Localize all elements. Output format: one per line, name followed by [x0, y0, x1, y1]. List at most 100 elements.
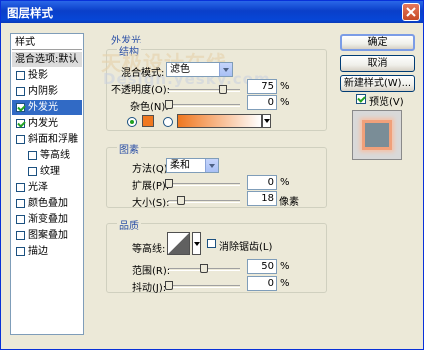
style-item-contour[interactable]: 等高线 [12, 148, 82, 163]
style-item-label: 等高线 [40, 150, 70, 161]
technique-select[interactable]: 柔和 [166, 158, 219, 173]
preview-label[interactable]: 预览(V) [369, 93, 404, 108]
anti-alias-label[interactable]: 消除锯齿(L) [219, 238, 272, 253]
jitter-input[interactable]: 0 [247, 276, 277, 291]
style-list-header-label: 样式 [15, 37, 35, 48]
drop-shadow-checkbox[interactable] [16, 71, 25, 80]
opacity-input[interactable]: 75 [247, 79, 277, 94]
jitter-unit: % [280, 278, 290, 289]
chevron-down-icon[interactable] [205, 159, 218, 172]
inner-shadow-checkbox[interactable] [16, 87, 25, 96]
style-list: 样式 混合选项:默认 投影 内阴影 外发光 内发光 斜面和浮雕 等高线 纹理 光… [10, 33, 84, 335]
style-item-label: 内发光 [28, 118, 58, 129]
window-title: 图层样式 [7, 6, 53, 20]
spread-input[interactable]: 0 [247, 175, 277, 190]
style-preview [352, 110, 402, 160]
style-item-label: 图案叠加 [28, 230, 68, 241]
style-item-drop-shadow[interactable]: 投影 [12, 68, 82, 83]
style-item-color-overlay[interactable]: 颜色叠加 [12, 196, 82, 211]
style-item-pattern-overlay[interactable]: 图案叠加 [12, 228, 82, 243]
style-item-label: 颜色叠加 [28, 198, 68, 209]
elements-group-title: 图素 [117, 141, 141, 156]
ok-button[interactable]: 确定 [340, 34, 415, 51]
chevron-down-icon [194, 242, 200, 246]
glow-gradient-picker[interactable] [177, 114, 262, 128]
new-style-button[interactable]: 新建样式(W)... [340, 75, 415, 92]
contour-picker[interactable] [167, 232, 190, 255]
gradient-overlay-checkbox[interactable] [16, 215, 25, 224]
spread-slider-track[interactable] [168, 183, 240, 186]
outer-glow-checkbox[interactable] [16, 103, 25, 112]
anti-alias-checkbox[interactable] [207, 239, 216, 248]
jitter-slider-thumb[interactable] [165, 281, 173, 290]
pattern-overlay-checkbox[interactable] [16, 231, 25, 240]
range-slider-thumb[interactable] [200, 264, 208, 273]
blend-options-item[interactable]: 混合选项:默认 [12, 52, 82, 67]
noise-unit: % [280, 97, 290, 108]
layer-style-dialog: 图层样式 样式 混合选项:默认 投影 内阴影 外发光 内发光 斜面和浮雕 等高线… [0, 0, 424, 350]
style-item-label: 纹理 [40, 166, 60, 177]
style-item-gradient-overlay[interactable]: 渐变叠加 [12, 212, 82, 227]
noise-input[interactable]: 0 [247, 95, 277, 110]
style-list-header[interactable]: 样式 [12, 35, 82, 50]
close-button[interactable] [402, 3, 420, 21]
blend-mode-label: 混合模式: [121, 68, 165, 79]
style-item-label: 投影 [28, 70, 48, 81]
noise-slider-thumb[interactable] [165, 100, 173, 109]
chevron-down-icon [264, 119, 270, 123]
technique-value: 柔和 [170, 160, 190, 171]
style-item-bevel-emboss[interactable]: 斜面和浮雕 [12, 132, 82, 147]
title-bar[interactable]: 图层样式 [1, 1, 423, 23]
size-slider-thumb[interactable] [177, 196, 185, 205]
cancel-button[interactable]: 取消 [340, 55, 415, 72]
spread-label: 扩展(P): [132, 181, 170, 192]
style-item-label: 内阴影 [28, 86, 58, 97]
noise-slider-track[interactable] [168, 104, 240, 107]
blend-options-label: 混合选项:默认 [15, 54, 79, 65]
range-input[interactable]: 50 [247, 259, 277, 274]
chevron-down-icon[interactable] [219, 63, 232, 76]
close-icon [406, 7, 416, 17]
texture-checkbox[interactable] [28, 167, 37, 176]
stroke-checkbox[interactable] [16, 247, 25, 256]
size-input[interactable]: 18 [247, 191, 277, 206]
style-item-label: 渐变叠加 [28, 214, 68, 225]
style-item-satin[interactable]: 光泽 [12, 180, 82, 195]
range-label: 范围(R): [132, 266, 171, 277]
jitter-slider-track[interactable] [168, 285, 240, 288]
quality-group-title: 品质 [117, 217, 141, 232]
spread-slider-thumb[interactable] [165, 179, 173, 188]
style-item-inner-shadow[interactable]: 内阴影 [12, 84, 82, 99]
opacity-label: 不透明度(O): [111, 85, 171, 96]
inner-glow-checkbox[interactable] [16, 119, 25, 128]
color-overlay-checkbox[interactable] [16, 199, 25, 208]
bevel-emboss-checkbox[interactable] [16, 135, 25, 144]
style-item-texture[interactable]: 纹理 [12, 164, 82, 179]
opacity-unit: % [280, 81, 290, 92]
style-item-label: 斜面和浮雕 [28, 134, 78, 145]
blend-mode-select[interactable]: 滤色 [166, 62, 233, 77]
size-unit: 像素 [279, 197, 299, 208]
style-item-stroke[interactable]: 描边 [12, 244, 82, 259]
style-item-label: 描边 [28, 246, 48, 257]
solid-color-radio[interactable] [127, 117, 137, 127]
noise-label: 杂色(N): [130, 102, 169, 113]
contour-checkbox[interactable] [28, 151, 37, 160]
blend-mode-value: 滤色 [170, 64, 190, 75]
range-unit: % [280, 261, 290, 272]
preview-swatch [365, 123, 389, 147]
opacity-slider-thumb[interactable] [219, 85, 227, 94]
style-item-label: 外发光 [28, 102, 58, 113]
opacity-slider-track[interactable] [168, 89, 240, 92]
style-item-inner-glow[interactable]: 内发光 [12, 116, 82, 131]
gradient-radio[interactable] [163, 117, 173, 127]
size-label: 大小(S): [132, 198, 170, 209]
contour-dropdown[interactable] [192, 232, 201, 255]
style-item-outer-glow[interactable]: 外发光 [12, 100, 82, 115]
gradient-dropdown[interactable] [262, 114, 271, 128]
contour-label: 等高线: [132, 244, 166, 255]
contour-curve-icon [168, 233, 189, 254]
preview-checkbox[interactable] [356, 94, 366, 104]
glow-color-swatch[interactable] [142, 115, 154, 127]
satin-checkbox[interactable] [16, 183, 25, 192]
